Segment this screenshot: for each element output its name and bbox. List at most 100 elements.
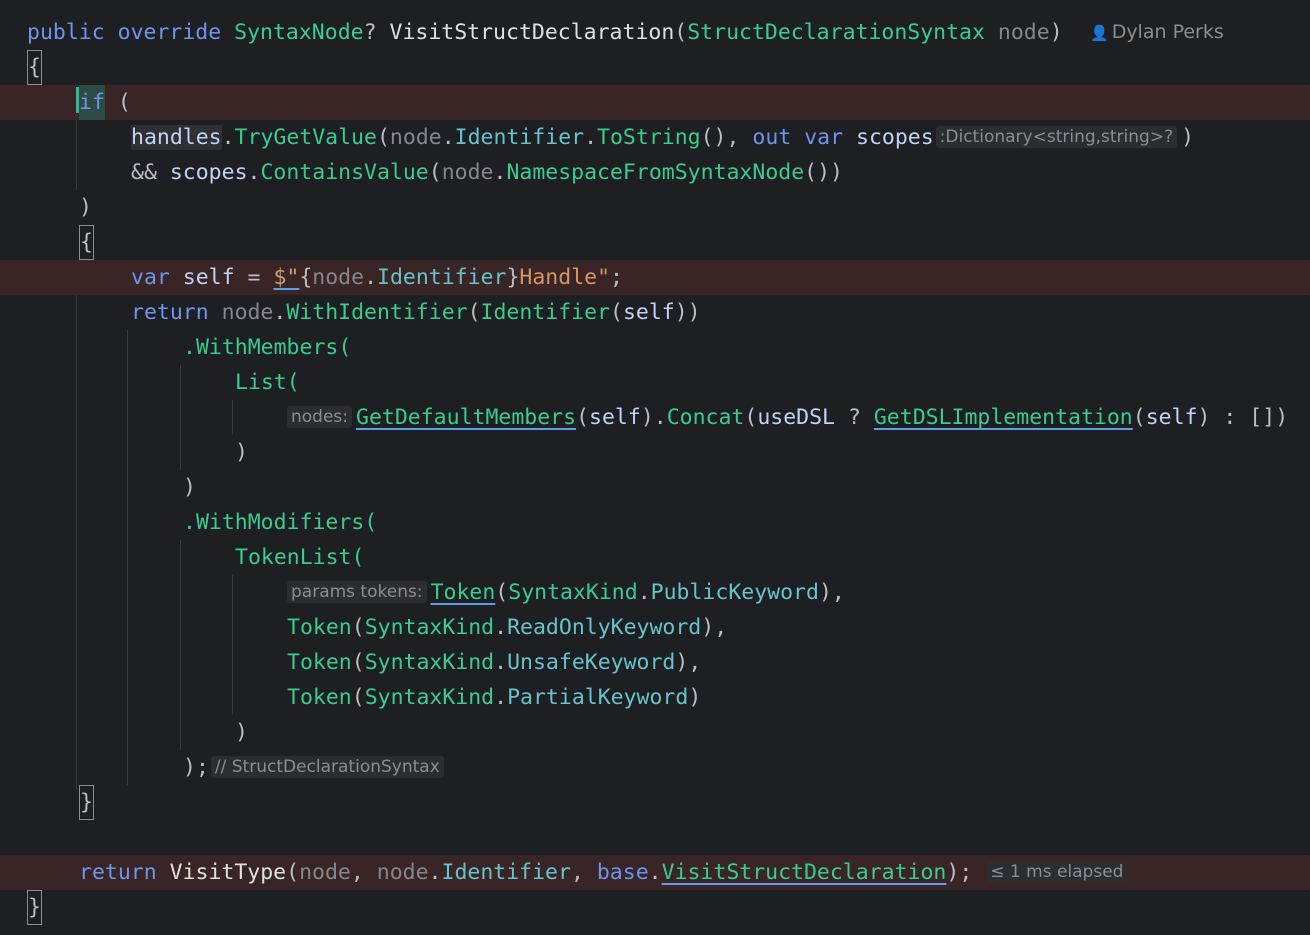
token-kind: PartialKeyword bbox=[507, 685, 689, 710]
token-kind: ReadOnlyKeyword bbox=[507, 615, 702, 640]
parameter-inlay-hint[interactable]: nodes: bbox=[287, 406, 353, 428]
code-line-end-statement[interactable]: );// StructDeclarationSyntax bbox=[0, 750, 1310, 785]
code-line-close-paren[interactable]: ) bbox=[0, 190, 1310, 225]
self-ref: self bbox=[1145, 405, 1198, 430]
code-line-tokenlist[interactable]: TokenList( bbox=[0, 540, 1310, 575]
code-line-return-with-identifier[interactable]: return node.WithIdentifier(Identifier(se… bbox=[0, 295, 1310, 330]
string-literal-suffix: Handle" bbox=[519, 265, 611, 290]
code-line-close-tokenlist[interactable]: ) bbox=[0, 715, 1310, 750]
withmembers-call[interactable]: .WithMembers( bbox=[183, 335, 351, 360]
code-line-list[interactable]: List( bbox=[0, 365, 1310, 400]
concat-call[interactable]: Concat bbox=[667, 405, 745, 430]
tostring-call[interactable]: ToString bbox=[597, 125, 701, 150]
code-line-if-open-brace[interactable]: { bbox=[0, 225, 1310, 260]
code-line-final-return[interactable]: return VisitType(node, node.Identifier, … bbox=[0, 855, 1310, 890]
self-variable: self bbox=[182, 265, 235, 290]
syntaxkind-type[interactable]: SyntaxKind bbox=[365, 685, 494, 710]
return-keyword: return bbox=[79, 860, 157, 885]
if-open-brace: { bbox=[79, 225, 94, 260]
namespace-call[interactable]: NamespaceFromSyntaxNode bbox=[506, 160, 804, 185]
empty-collection: [] bbox=[1249, 405, 1276, 430]
code-line-members[interactable]: nodes: GetDefaultMembers(self).Concat(use… bbox=[0, 400, 1310, 435]
getdslimplementation-call[interactable]: GetDSLImplementation bbox=[874, 405, 1133, 430]
code-line-var-self[interactable]: var self = $"{node.Identifier}Handle"; bbox=[0, 260, 1310, 295]
user-icon: 👤 bbox=[1090, 24, 1109, 42]
node-param-ref: node bbox=[299, 860, 351, 885]
override-keyword: override bbox=[117, 20, 222, 45]
code-line-withmembers[interactable]: .WithMembers( bbox=[0, 330, 1310, 365]
if-close-paren: ) bbox=[79, 195, 92, 220]
code-line-open-brace[interactable]: { bbox=[0, 50, 1310, 85]
var-keyword: var bbox=[131, 265, 170, 290]
node-param-ref: node bbox=[441, 160, 494, 185]
syntaxkind-type[interactable]: SyntaxKind bbox=[365, 650, 494, 675]
param-type[interactable]: StructDeclarationSyntax bbox=[687, 20, 985, 45]
token-call[interactable]: Token bbox=[287, 685, 352, 710]
handles-identifier[interactable]: handles bbox=[131, 125, 222, 150]
code-line-close-list[interactable]: ) bbox=[0, 435, 1310, 470]
token-kind: PublicKeyword bbox=[650, 580, 819, 605]
code-line-if-close-brace[interactable]: } bbox=[0, 785, 1310, 820]
withidentifier-call[interactable]: WithIdentifier bbox=[286, 300, 467, 325]
params-inlay-hint[interactable]: params tokens: bbox=[287, 581, 427, 603]
containsvalue-call[interactable]: ContainsValue bbox=[260, 160, 428, 185]
identifier-property: Identifier bbox=[454, 125, 585, 150]
method-open-brace: { bbox=[27, 50, 42, 85]
return-keyword: return bbox=[131, 300, 209, 325]
semicolon: ; bbox=[610, 265, 623, 290]
code-line-condition-2[interactable]: && scopes.ContainsValue(node.NamespaceFr… bbox=[0, 155, 1310, 190]
identifier-call[interactable]: Identifier bbox=[481, 300, 610, 325]
code-line-withmodifiers[interactable]: .WithModifiers( bbox=[0, 505, 1310, 540]
code-line-token-partial[interactable]: Token(SyntaxKind.PartialKeyword) bbox=[0, 680, 1310, 715]
node-param-ref: node bbox=[389, 125, 442, 150]
var-keyword: var bbox=[804, 125, 844, 150]
token-call[interactable]: Token bbox=[287, 615, 352, 640]
syntaxkind-type[interactable]: SyntaxKind bbox=[365, 615, 494, 640]
return-type-inlay-hint[interactable]: // StructDeclarationSyntax bbox=[210, 756, 444, 778]
base-visit-call[interactable]: VisitStructDeclaration bbox=[662, 860, 947, 885]
trygetvalue-call[interactable]: TryGetValue bbox=[235, 125, 377, 150]
statement-end: ); bbox=[183, 755, 209, 780]
visittype-call[interactable]: VisitType bbox=[170, 860, 287, 885]
if-keyword: if bbox=[79, 85, 105, 120]
self-ref: self bbox=[622, 300, 675, 325]
identifier-property: Identifier bbox=[377, 265, 507, 290]
token-call[interactable]: Token bbox=[287, 650, 352, 675]
syntaxkind-type[interactable]: SyntaxKind bbox=[508, 580, 637, 605]
author-name: Dylan Perks bbox=[1111, 21, 1224, 43]
node-param-ref: node bbox=[221, 300, 274, 325]
node-param-ref: node bbox=[312, 265, 365, 290]
token-call[interactable]: Token bbox=[431, 580, 496, 605]
scopes-identifier: scopes bbox=[169, 160, 248, 185]
code-line-token-unsafe[interactable]: Token(SyntaxKind.UnsafeKeyword), bbox=[0, 645, 1310, 680]
method-name[interactable]: VisitStructDeclaration bbox=[390, 20, 675, 45]
return-type[interactable]: SyntaxNode bbox=[234, 20, 363, 45]
method-close-brace: } bbox=[27, 890, 42, 925]
code-line-if[interactable]: if ( bbox=[0, 85, 1310, 120]
if-close-brace: } bbox=[79, 785, 94, 820]
code-editor[interactable]: public override SyntaxNode? VisitStructD… bbox=[0, 0, 1310, 935]
elapsed-time-hint[interactable]: ≤ 1 ms elapsed bbox=[986, 861, 1128, 883]
nullable-mark: ? bbox=[363, 20, 377, 45]
code-line-token-public[interactable]: params tokens: Token(SyntaxKind.PublicKey… bbox=[0, 575, 1310, 610]
code-line-close-brace[interactable]: } bbox=[0, 890, 1310, 925]
code-line-condition-1[interactable]: handles.TryGetValue(node.Identifier.ToSt… bbox=[0, 120, 1310, 155]
tokenlist-call[interactable]: TokenList( bbox=[235, 545, 364, 570]
token-kind: UnsafeKeyword bbox=[507, 650, 676, 675]
interpolated-string-start[interactable]: $" bbox=[273, 265, 299, 290]
getdefaultmembers-call[interactable]: GetDefaultMembers bbox=[356, 405, 576, 430]
author-hint[interactable]: 👤 Dylan Perks bbox=[1090, 15, 1224, 51]
type-inlay-hint[interactable]: :Dictionary<string,string>? bbox=[935, 126, 1178, 148]
and-operator: && bbox=[131, 160, 157, 185]
list-call[interactable]: List( bbox=[235, 370, 300, 395]
base-keyword: base bbox=[596, 860, 649, 885]
code-line-signature[interactable]: public override SyntaxNode? VisitStructD… bbox=[0, 15, 1310, 50]
identifier-property: Identifier bbox=[441, 860, 571, 885]
code-line-token-readonly[interactable]: Token(SyntaxKind.ReadOnlyKeyword), bbox=[0, 610, 1310, 645]
scopes-variable: scopes bbox=[856, 125, 934, 150]
withmodifiers-call[interactable]: .WithModifiers( bbox=[183, 510, 377, 535]
code-line-close-withmembers[interactable]: ) bbox=[0, 470, 1310, 505]
self-ref: self bbox=[589, 405, 641, 430]
public-keyword: public bbox=[27, 20, 105, 45]
usedsl-ref: useDSL bbox=[757, 405, 835, 430]
